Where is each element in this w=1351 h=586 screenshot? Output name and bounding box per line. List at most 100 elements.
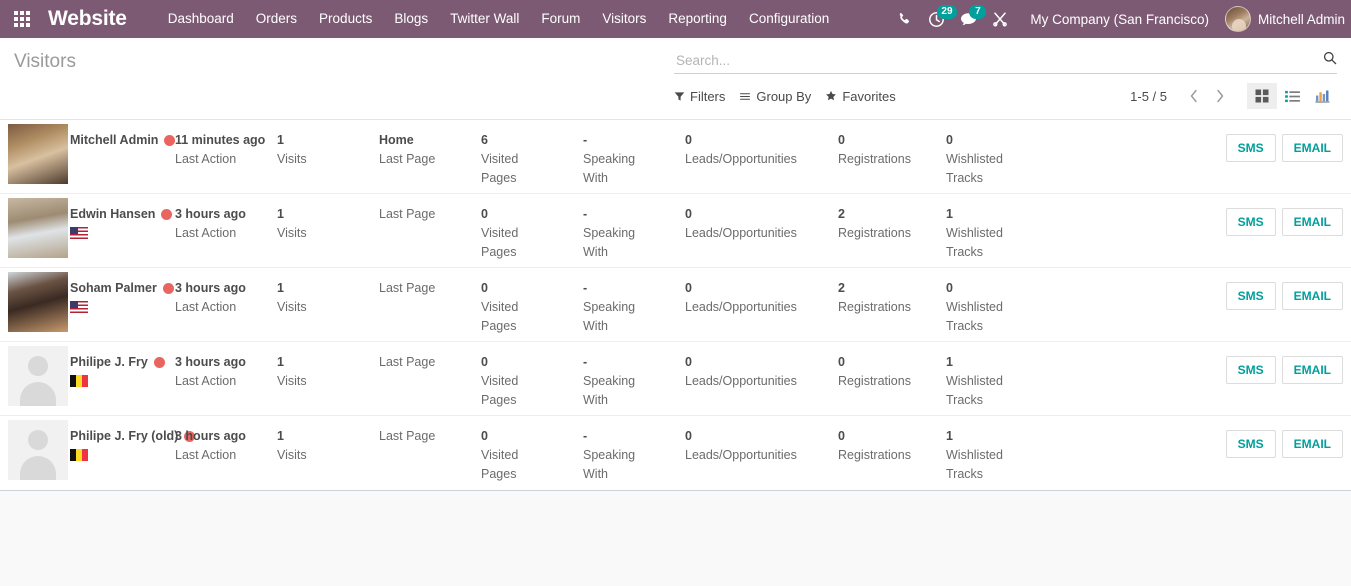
view-button-kanban[interactable] [1247,83,1277,109]
menu-item-visitors[interactable]: Visitors [591,0,657,38]
row-actions: SMS EMAIL [1225,342,1351,384]
visits-label: Visits [277,226,307,240]
tools-button[interactable] [984,0,1016,38]
email-button[interactable]: EMAIL [1281,282,1343,310]
table-row[interactable]: Philipe J. Fry 3 hours ago Last Action 1… [0,342,1351,416]
speaking-with-value: - [583,429,588,443]
bar-chart-icon [1314,90,1329,103]
visitors-kanban-list: Mitchell Admin 11 minutes ago Last Actio… [0,120,1351,491]
wishlisted-value: 0 [946,281,953,295]
sms-button[interactable]: SMS [1225,430,1276,458]
email-button[interactable]: EMAIL [1281,208,1343,236]
registrations-value: 0 [838,133,845,147]
menu-item-reporting[interactable]: Reporting [657,0,738,38]
table-row[interactable]: Philipe J. Fry (old) 3 hours ago Last Ac… [0,416,1351,490]
speaking-with-value: - [583,207,588,221]
wishlisted-value: 0 [946,133,953,147]
visitor-avatar-cell [0,416,70,480]
leads-value: 0 [685,133,692,147]
kanban-grid-icon [1255,89,1269,103]
menu-item-blogs[interactable]: Blogs [383,0,439,38]
visitor-avatar-cell [0,342,70,406]
view-button-graph[interactable] [1307,83,1337,109]
visitor-name: Philipe J. Fry [70,355,148,369]
messaging-button[interactable]: 7 [952,0,987,38]
search-input[interactable] [674,52,1317,68]
sms-button[interactable]: SMS [1225,356,1276,384]
email-button[interactable]: EMAIL [1281,430,1343,458]
wishlisted-label: Wishlisted Tracks [946,152,1003,185]
pager-value: 1-5 / 5 [1130,88,1167,104]
speaking-with-cell: - Speaking With [583,268,685,336]
online-status-dot [162,283,174,294]
search-icon[interactable] [1317,51,1337,70]
menu-item-products[interactable]: Products [308,0,383,38]
table-row[interactable]: Edwin Hansen 3 hours ago Last Action 1 V… [0,194,1351,268]
menu-item-orders[interactable]: Orders [245,0,308,38]
visits-value: 1 [277,207,284,221]
company-switcher[interactable]: My Company (San Francisco) [1016,12,1219,27]
favorites-dropdown[interactable]: Favorites [825,87,909,106]
top-navbar: Website Dashboard Orders Products Blogs … [0,0,1351,38]
activities-button[interactable]: 29 [920,0,957,38]
leads-value: 0 [685,281,692,295]
groupby-label: Group By [756,88,812,104]
search-view[interactable] [674,47,1337,74]
speaking-with-cell: - Speaking With [583,342,685,410]
visits-label: Visits [277,300,307,314]
wishlisted-label: Wishlisted Tracks [946,300,1003,333]
table-row[interactable]: Mitchell Admin 11 minutes ago Last Actio… [0,120,1351,194]
visits-label: Visits [277,448,307,462]
last-page-label: Last Page [379,355,436,369]
apps-grid-icon [14,11,30,27]
page-title: Visitors [14,51,76,72]
visitor-name-cell: Mitchell Admin [70,120,176,150]
email-button[interactable]: EMAIL [1281,356,1343,384]
apps-menu-button[interactable] [0,0,44,38]
speaking-with-label: Speaking With [583,152,636,185]
registrations-label: Registrations [838,152,911,166]
menu-item-forum[interactable]: Forum [530,0,591,38]
sms-button[interactable]: SMS [1225,134,1276,162]
registrations-cell: 2 Registrations [838,194,946,243]
menu-item-dashboard[interactable]: Dashboard [157,0,245,38]
pager-next-button[interactable] [1207,83,1233,109]
row-actions: SMS EMAIL [1225,194,1351,236]
view-button-list[interactable] [1277,83,1307,109]
wishlisted-label: Wishlisted Tracks [946,374,1003,407]
visitor-name-cell: Philipe J. Fry (old) [70,416,196,461]
email-button[interactable]: EMAIL [1281,134,1343,162]
visits-cell: 1 Visits [277,194,379,243]
speaking-with-label: Speaking With [583,300,636,333]
online-status-dot [161,209,173,220]
last-action-cell: 3 hours ago Last Action [175,416,277,465]
sms-button[interactable]: SMS [1225,208,1276,236]
group-by-icon [740,92,751,100]
menu-item-twitter-wall[interactable]: Twitter Wall [439,0,530,38]
table-row[interactable]: Soham Palmer 3 hours ago Last Action 1 V… [0,268,1351,342]
registrations-value: 2 [838,281,845,295]
phone-button[interactable] [888,0,920,38]
sms-button[interactable]: SMS [1225,282,1276,310]
speaking-with-value: - [583,281,588,295]
filters-dropdown[interactable]: Filters [674,87,739,106]
groupby-dropdown[interactable]: Group By [739,87,825,106]
pager-previous-button[interactable] [1181,83,1207,109]
visitor-name: Soham Palmer [70,281,157,295]
visitor-avatar-cell [0,268,70,332]
leads-value: 0 [685,207,692,221]
last-page-label: Last Page [379,207,436,221]
pager-and-views: 1-5 / 5 [1130,83,1337,109]
user-menu[interactable]: Mitchell Admin [1219,6,1349,32]
registrations-label: Registrations [838,448,911,462]
speaking-with-label: Speaking With [583,374,636,407]
leads-cell: 0 Leads/Opportunities [685,120,838,169]
last-page-cell: Last Page [379,416,481,446]
row-actions: SMS EMAIL [1225,268,1351,310]
visits-value: 1 [277,429,284,443]
leads-cell: 0 Leads/Opportunities [685,194,838,243]
leads-label: Leads/Opportunities [685,300,797,314]
registrations-value: 2 [838,207,845,221]
app-brand-website[interactable]: Website [44,7,135,31]
menu-item-configuration[interactable]: Configuration [738,0,840,38]
